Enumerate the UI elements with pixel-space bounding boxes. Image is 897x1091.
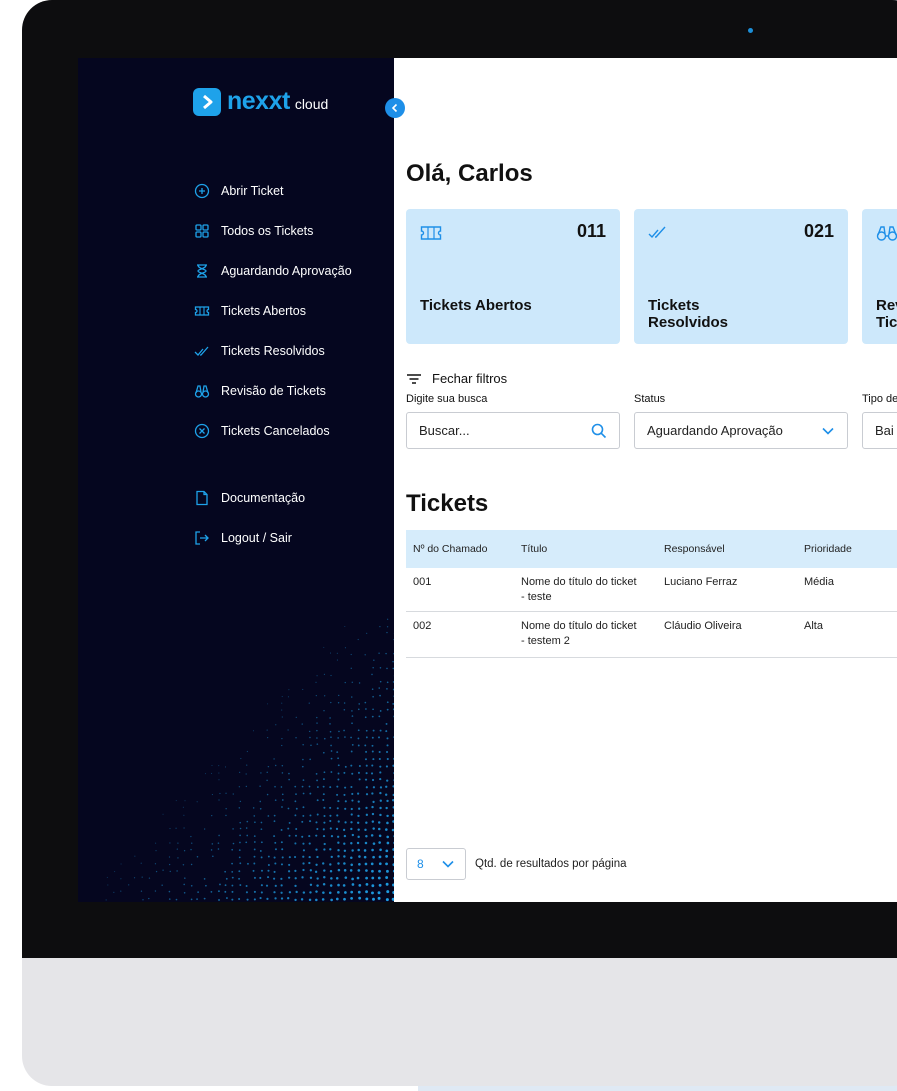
binoculars-icon xyxy=(194,383,210,399)
stat-count: 021 xyxy=(804,221,834,242)
cell-priority: Média xyxy=(804,575,834,590)
sidebar-item-abrir-ticket[interactable]: Abrir Ticket xyxy=(194,171,352,211)
search-placeholder: Buscar... xyxy=(419,423,591,438)
search-icon[interactable] xyxy=(591,423,607,439)
status-value: Aguardando Aprovação xyxy=(647,423,821,438)
double-check-icon xyxy=(648,224,670,246)
cell-id: 002 xyxy=(413,619,431,634)
page-greeting: Olá, Carlos xyxy=(406,160,533,188)
ticket-icon xyxy=(420,224,442,246)
type-select[interactable]: Bai xyxy=(862,412,897,449)
sidebar-item-label: Aguardando Aprovação xyxy=(221,264,352,278)
stat-label: Tickets Abertos xyxy=(420,297,540,314)
monitor-frame: nexxt cloud Abrir Ticket Todos os Ticket… xyxy=(22,0,897,1086)
status-select[interactable]: Aguardando Aprovação xyxy=(634,412,848,449)
binoculars-icon xyxy=(876,224,897,246)
grid-icon xyxy=(194,223,210,239)
cell-title: Nome do título do ticket - teste xyxy=(521,575,641,605)
sidebar-item-label: Tickets Cancelados xyxy=(221,424,330,438)
double-check-icon xyxy=(194,343,210,359)
cell-owner: Luciano Ferraz xyxy=(664,575,737,590)
sidebar-nav: Abrir Ticket Todos os Tickets Aguardando… xyxy=(194,171,352,558)
sidebar-item-label: Revisão de Tickets xyxy=(221,384,326,398)
table-row[interactable]: 002 Nome do título do ticket - testem 2 … xyxy=(406,612,897,658)
chevron-down-icon xyxy=(821,426,835,436)
sidebar-item-tickets-cancelados[interactable]: Tickets Cancelados xyxy=(194,411,352,451)
sidebar-item-tickets-resolvidos[interactable]: Tickets Resolvidos xyxy=(194,331,352,371)
sidebar-item-label: Logout / Sair xyxy=(221,531,292,545)
column-header-prioridade: Prioridade xyxy=(804,543,852,555)
per-page-label: Qtd. de resultados por página xyxy=(475,858,627,870)
sidebar-item-label: Tickets Resolvidos xyxy=(221,344,325,358)
stat-card-tickets-abertos[interactable]: 011 Tickets Abertos xyxy=(406,209,620,344)
logout-icon xyxy=(194,530,210,546)
x-circle-icon xyxy=(194,423,210,439)
type-value: Bai xyxy=(875,423,897,438)
sidebar-item-label: Abrir Ticket xyxy=(221,184,284,198)
filters-toggle-label: Fechar filtros xyxy=(432,371,507,386)
cell-title: Nome do título do ticket - testem 2 xyxy=(521,619,641,649)
cell-priority: Alta xyxy=(804,619,823,634)
pagination: 8 Qtd. de resultados por página xyxy=(406,848,627,880)
main-content: Olá, Carlos 011 Tickets Abertos 021 Tick… xyxy=(394,58,897,902)
type-label: Tipo de xyxy=(862,393,897,405)
status-label: Status xyxy=(634,393,665,405)
hourglass-icon xyxy=(194,263,210,279)
sidebar-item-aguardando-aprovacao[interactable]: Aguardando Aprovação xyxy=(194,251,352,291)
sidebar-item-label: Documentação xyxy=(221,491,305,505)
monitor-chin xyxy=(22,958,897,1086)
column-header-responsavel: Responsável xyxy=(664,543,725,555)
stat-label: Tickets Resolvidos xyxy=(648,297,768,331)
brand-logo[interactable]: nexxt cloud xyxy=(193,87,328,116)
filters-toggle-button[interactable]: Fechar filtros xyxy=(406,371,507,386)
search-label: Digite sua busca xyxy=(406,393,487,405)
brand-sub: cloud xyxy=(295,96,328,112)
cell-id: 001 xyxy=(413,575,431,590)
app-screen: nexxt cloud Abrir Ticket Todos os Ticket… xyxy=(78,58,897,902)
table-row[interactable]: 001 Nome do título do ticket - teste Luc… xyxy=(406,568,897,612)
ticket-icon xyxy=(194,303,210,319)
sidebar-item-tickets-abertos[interactable]: Tickets Abertos xyxy=(194,291,352,331)
logo-chevron-icon xyxy=(193,88,221,116)
sidebar-collapse-button[interactable] xyxy=(385,98,405,118)
stat-label: Revisão de Tickets xyxy=(876,297,897,331)
chevron-down-icon xyxy=(441,859,455,869)
sidebar-item-todos-os-tickets[interactable]: Todos os Tickets xyxy=(194,211,352,251)
sidebar-item-label: Tickets Abertos xyxy=(221,304,306,318)
nav-spacer xyxy=(194,451,352,478)
camera-dot xyxy=(748,28,753,33)
sidebar-item-revisao-de-tickets[interactable]: Revisão de Tickets xyxy=(194,371,352,411)
brand-name: nexxt xyxy=(227,87,290,116)
chevron-left-icon xyxy=(390,103,400,113)
sidebar-item-documentacao[interactable]: Documentação xyxy=(194,478,352,518)
stat-count: 011 xyxy=(577,221,606,242)
column-header-titulo: Título xyxy=(521,543,547,555)
sidebar-item-logout[interactable]: Logout / Sair xyxy=(194,518,352,558)
stat-card-revisao-de-tickets[interactable]: Revisão de Tickets xyxy=(862,209,897,344)
cell-owner: Cláudio Oliveira xyxy=(664,619,742,634)
sidebar: nexxt cloud Abrir Ticket Todos os Ticket… xyxy=(78,58,394,902)
table-header: Nº do Chamado Título Responsável Priorid… xyxy=(406,530,897,568)
plus-circle-icon xyxy=(194,183,210,199)
document-icon xyxy=(194,490,210,506)
sidebar-item-label: Todos os Tickets xyxy=(221,224,313,238)
filter-lines-icon xyxy=(406,373,422,385)
stat-card-tickets-resolvidos[interactable]: 021 Tickets Resolvidos xyxy=(634,209,848,344)
tickets-section-title: Tickets xyxy=(406,490,488,518)
column-header-numero: Nº do Chamado xyxy=(413,543,487,555)
per-page-select[interactable]: 8 xyxy=(406,848,466,880)
search-input[interactable]: Buscar... xyxy=(406,412,620,449)
per-page-value: 8 xyxy=(417,857,424,871)
